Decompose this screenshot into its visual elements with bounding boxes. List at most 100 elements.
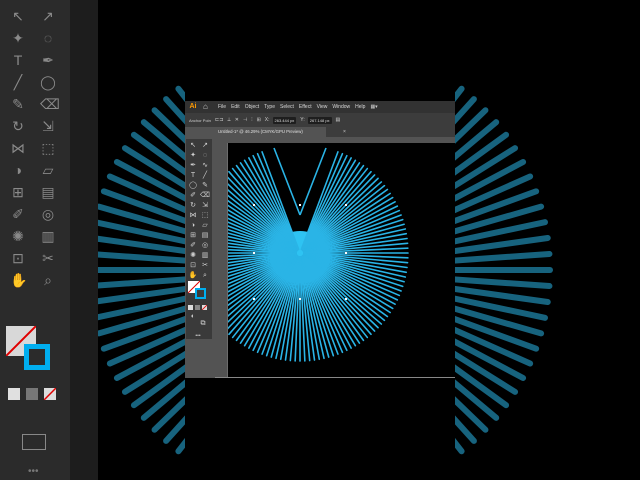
draw-mode-icon[interactable]: ◐ — [188, 312, 198, 322]
selection-icon: ↖ — [12, 8, 24, 24]
artboard-tool-icon[interactable]: ⊡ — [188, 261, 198, 271]
home-icon[interactable]: ⌂ — [203, 102, 213, 112]
zoom-icon: ⌕ — [44, 272, 52, 288]
ellipse-tool-icon[interactable]: ◯ — [188, 181, 198, 191]
zoom-tool-icon[interactable]: ⌕ — [200, 271, 210, 281]
anchor-point[interactable] — [253, 298, 255, 300]
screen-mode-icon[interactable]: ⧉ — [198, 319, 208, 329]
symbol-sprayer-icon: ✺ — [12, 228, 24, 244]
anchor-point[interactable] — [345, 204, 347, 206]
graph-tool-icon[interactable]: ▥ — [200, 251, 210, 261]
close-icon[interactable]: × — [343, 127, 346, 137]
anchor-point[interactable] — [253, 252, 255, 254]
selection-tool-icon[interactable]: ↖ — [188, 141, 198, 151]
stroke-swatch[interactable] — [195, 288, 206, 299]
cut-path-icon[interactable]: ⫶ — [251, 117, 252, 123]
anchor-point[interactable] — [345, 252, 347, 254]
handles-icon[interactable]: ⟂ — [227, 117, 230, 123]
curvature-tool-icon[interactable]: ∿ — [200, 161, 210, 171]
edit-toolbar-icon[interactable]: ••• — [193, 331, 203, 341]
free-transform-icon: ⬚ — [41, 140, 55, 156]
menu-object[interactable]: Object — [245, 104, 259, 110]
remove-anchor-icon[interactable]: ✕ — [235, 117, 239, 123]
eyedropper-icon: ✐ — [12, 206, 24, 222]
free-transform-tool-icon[interactable]: ⬚ — [200, 211, 210, 221]
control-bar: Anchor Point ⊏⊐ ⟂ ✕ ⊣ ⫶ ⊞ X: 263.444 px … — [185, 113, 455, 127]
align-icon[interactable]: ⊣ — [243, 117, 247, 123]
gradient-button-icon[interactable] — [195, 305, 200, 310]
none-button-icon[interactable] — [202, 305, 207, 310]
starburst-artwork[interactable] — [227, 143, 455, 378]
blurred-panel-edge — [70, 0, 98, 480]
shape-builder-icon: ◑ — [13, 162, 23, 178]
blend-tool-icon[interactable]: ◎ — [200, 241, 210, 251]
scale-tool-icon[interactable]: ⇲ — [200, 201, 210, 211]
y-position-field[interactable]: 267.148 px — [307, 116, 332, 124]
app-logo: Ai — [189, 103, 197, 110]
artboard-icon: ⊡ — [12, 250, 24, 266]
selection-type-label: Anchor Point — [189, 117, 211, 123]
canvas[interactable] — [227, 143, 455, 378]
gradient-tool-icon[interactable]: ▤ — [200, 231, 210, 241]
paintbrush-icon: ✎ — [12, 96, 24, 112]
horizontal-scrollbar[interactable] — [215, 377, 455, 378]
menu-effect[interactable]: Effect — [299, 104, 312, 110]
anchor-point[interactable] — [299, 204, 301, 206]
menu-file[interactable]: File — [218, 104, 226, 110]
menu-type[interactable]: Type — [264, 104, 275, 110]
color-button-icon[interactable] — [188, 305, 193, 310]
perspective-tool-icon[interactable]: ▱ — [200, 221, 210, 231]
transform-reference-icon[interactable]: ⊞ — [257, 117, 261, 123]
anchor-point[interactable] — [345, 298, 347, 300]
eyedropper-tool-icon[interactable]: ✐ — [188, 241, 198, 251]
width-tool-icon[interactable]: ⋈ — [188, 211, 198, 221]
shape-builder-tool-icon[interactable]: ◑ — [188, 221, 198, 231]
blend-icon: ◎ — [41, 206, 55, 222]
slice-icon: ✂ — [42, 250, 54, 266]
document-tab[interactable]: Untitled-1* @ 46.29% (CMYK/GPU Preview) — [215, 127, 326, 137]
menu-select[interactable]: Select — [280, 104, 294, 110]
hand-icon: ✋ — [10, 272, 28, 288]
menu-window[interactable]: Window — [332, 104, 350, 110]
lasso-icon: ◌ — [43, 30, 53, 46]
gradient-mode-icon — [26, 388, 38, 400]
x-position-field[interactable]: 263.444 px — [272, 116, 297, 124]
workspace-switcher-icon[interactable]: ▦▾ — [370, 104, 377, 110]
line-tool-icon[interactable]: ╱ — [200, 171, 210, 181]
lasso-tool-icon[interactable]: ◌ — [200, 151, 210, 161]
anchor-point[interactable] — [299, 298, 301, 300]
color-mode-icon — [8, 388, 20, 400]
hand-tool-icon[interactable]: ✋ — [188, 271, 198, 281]
document-tab-row: Untitled-1* @ 46.29% (CMYK/GPU Preview) … — [215, 127, 455, 137]
rotate-tool-icon[interactable]: ↻ — [188, 201, 198, 211]
eraser-icon: ⌫ — [40, 96, 60, 112]
type-tool-icon[interactable]: T — [188, 171, 198, 181]
slice-tool-icon[interactable]: ✂ — [200, 261, 210, 271]
blurred-toolbar: ↖ ↗ ✦ ◌ T ✒ ╱ ◯ ✎ ⌫ ↻ ⇲ ⋈ ⬚ ◑ ▱ ⊞ ▤ ✐ ◎ … — [0, 0, 70, 480]
direct-selection-tool-icon[interactable]: ↗ — [200, 141, 210, 151]
eraser-tool-icon[interactable]: ⌫ — [200, 191, 210, 201]
pen-tool-icon[interactable]: ✒ — [188, 161, 198, 171]
screen-mode-icon — [22, 434, 46, 450]
magic-wand-tool-icon[interactable]: ✦ — [188, 151, 198, 161]
menu-bar: Ai ⌂ File Edit Object Type Select Effect… — [185, 101, 455, 113]
none-mode-icon — [44, 388, 56, 400]
ellipse-icon: ◯ — [40, 74, 56, 90]
menu-edit[interactable]: Edit — [231, 104, 240, 110]
magic-wand-icon: ✦ — [12, 30, 24, 46]
width-icon: ⋈ — [11, 140, 25, 156]
graph-icon: ▥ — [41, 228, 55, 244]
mesh-tool-icon[interactable]: ⊞ — [188, 231, 198, 241]
menu-help[interactable]: Help — [355, 104, 365, 110]
more-options-icon[interactable]: ▤ — [336, 117, 341, 123]
convert-anchor-icon[interactable]: ⊏⊐ — [215, 117, 223, 123]
tools-panel: ↖ ↗ ✦ ◌ ✒ ∿ T ╱ ◯ ✎ ✐ ⌫ ↻ ⇲ ⋈ ⬚ ◑ ▱ ⊞ ▤ … — [186, 139, 212, 339]
menu-view[interactable]: View — [317, 104, 328, 110]
artboard-edge — [227, 143, 228, 378]
paintbrush-tool-icon[interactable]: ✎ — [200, 181, 210, 191]
anchor-point[interactable] — [253, 204, 255, 206]
line-icon: ╱ — [13, 74, 23, 90]
shaper-tool-icon[interactable]: ✐ — [188, 191, 198, 201]
symbol-sprayer-tool-icon[interactable]: ✺ — [188, 251, 198, 261]
pen-icon: ✒ — [42, 52, 54, 68]
